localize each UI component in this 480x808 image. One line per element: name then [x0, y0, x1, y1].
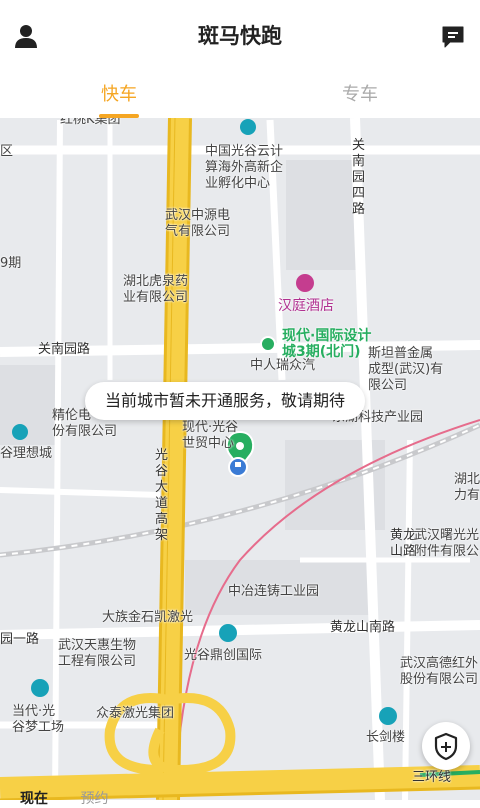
map-label-guanyi-road: 园一路	[0, 632, 40, 647]
map-label-modern-city: 现代·国际设计 城3期(北门)	[282, 328, 372, 360]
map-label-zhongye: 中冶连铸工业园	[228, 584, 320, 599]
bottom-tab-now[interactable]: 现在	[20, 791, 48, 807]
tab-express[interactable]: 快车	[59, 80, 179, 106]
map-label-phase9: 9期	[0, 256, 22, 271]
tab-bar: 快车 专车	[0, 70, 480, 118]
map-label-shuguang: 武汉曙光光 附件有限公	[414, 528, 480, 559]
map-label-dangdai: 当代·光 谷梦工场	[12, 704, 65, 735]
map-label-changjian: 长剑楼	[366, 730, 406, 745]
map-label-huquan: 湖北虎泉药 业有限公司	[123, 274, 189, 305]
map-label-guguangxiang: 谷理想城	[0, 446, 53, 461]
message-icon[interactable]	[440, 24, 466, 50]
map-label-dazu: 大族金石凯激光	[102, 610, 194, 625]
map-roads	[0, 118, 480, 800]
service-unavailable-toast: 当前城市暂未开通服务，敬请期待	[85, 382, 365, 420]
map-label-hubei-li: 湖北 力有	[454, 472, 480, 503]
map-label-hanting: 汉庭酒店	[278, 298, 334, 314]
map-label-guanggu-road: 光谷大道高架	[155, 448, 169, 543]
map-label-zhongyuan: 武汉中源电 气有限公司	[165, 208, 231, 239]
bottom-tab-reserve[interactable]: 预约	[80, 791, 108, 807]
map-label-guannan-road: 关南园路	[38, 342, 91, 357]
map-label-ring3: 三环线	[412, 770, 452, 785]
map-label-zhongtai: 众泰激光集团	[96, 706, 175, 721]
map-label-huanglong-south: 黄龙山南路	[330, 620, 396, 635]
top-bar: 斑马快跑	[0, 0, 480, 70]
map-label-qu: 区	[0, 144, 14, 159]
map-label-dingchuang: 光谷鼎创国际	[184, 648, 263, 663]
map-label-xiandai-guang: 现代·光谷 世贸中心	[182, 420, 239, 451]
map-label-optics-cloud: 中国光谷云计 算海外高新企 业孵化中心	[205, 144, 284, 191]
map-label-tianhui: 武汉天惠生物 工程有限公司	[58, 638, 137, 669]
map-label-group: 红桃K集团	[60, 118, 121, 127]
shield-icon	[434, 732, 458, 761]
map-label-newsintan: 斯坦普金属 成型(武汉)有 限公司	[368, 346, 444, 393]
map-view[interactable]: 红桃K集团 区 9期 中国光谷云计 算海外高新企 业孵化中心 武汉中源电 气有限…	[0, 118, 480, 800]
safety-button[interactable]	[422, 722, 470, 770]
bottom-sheet-peek: 现在 预约	[20, 788, 320, 808]
app-title: 斑马快跑	[198, 24, 282, 48]
map-label-huanglong-road: 黄龙 山路	[390, 528, 417, 559]
map-label-guannan-4: 关南园四路	[352, 138, 366, 217]
tab-premium[interactable]: 专车	[300, 80, 420, 106]
map-label-gaode: 武汉高德红外 股份有限公司	[400, 656, 479, 687]
map-label-zhongren: 中人瑞众汽	[250, 358, 316, 373]
